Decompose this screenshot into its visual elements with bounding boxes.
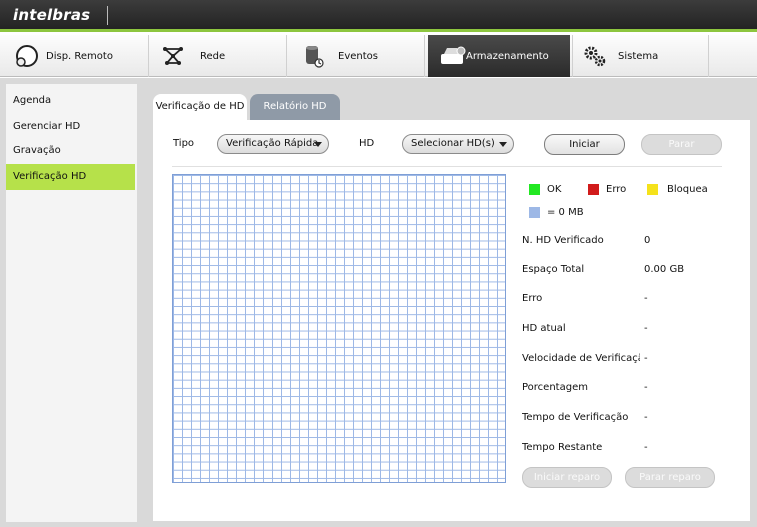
start-button[interactable]: Iniciar — [544, 134, 625, 155]
logo-separator — [107, 6, 108, 25]
tipo-label: Tipo — [173, 138, 195, 149]
legend-erro-swatch — [588, 184, 599, 195]
nav-label: Disp. Remoto — [46, 50, 113, 62]
nav-divider — [148, 35, 149, 77]
nav-label: Rede — [200, 50, 226, 62]
info-value-hd-atual: - — [644, 323, 648, 334]
stop-button[interactable]: Parar — [641, 134, 722, 155]
sidebar-item-verificacao-hd[interactable]: Verificação HD — [6, 164, 135, 190]
nav-item-disp-remoto[interactable]: Disp. Remoto — [14, 35, 144, 77]
nav-divider — [424, 35, 425, 77]
nav-label: Armazenamento — [466, 50, 549, 62]
network-icon — [160, 43, 186, 69]
nav-divider — [708, 35, 709, 77]
disk-block-map — [172, 174, 506, 483]
chevron-down-icon — [499, 142, 507, 147]
info-label-tempo-verificacao: Tempo de Verificação — [522, 412, 629, 423]
nav-label: Eventos — [338, 50, 378, 62]
nav-divider — [286, 35, 287, 77]
divider — [172, 166, 722, 167]
hd-select[interactable]: Selecionar HD(s) — [402, 134, 514, 154]
legend-bloqueado-label: Bloquea — [667, 184, 708, 195]
globe-icon — [14, 43, 40, 69]
nav-item-sistema[interactable]: Sistema — [582, 35, 706, 77]
info-value-hd-verificado: 0 — [644, 235, 651, 246]
tipo-select[interactable]: Verificação Rápida — [217, 134, 329, 154]
hd-select-value: Selecionar HD(s) — [411, 138, 495, 149]
events-icon — [300, 43, 326, 69]
info-value-tempo-restante: - — [644, 442, 648, 453]
sidebar-item-agenda[interactable]: Agenda — [6, 88, 135, 114]
legend-ok-label: OK — [547, 184, 562, 195]
nav-item-armazenamento[interactable]: Armazenamento — [428, 35, 570, 77]
info-value-erro: - — [644, 293, 648, 304]
info-label-tempo-restante: Tempo Restante — [522, 442, 603, 453]
tab-relatorio-hd[interactable]: Relatório HD — [250, 94, 340, 120]
brand-logo: intelbras — [13, 6, 91, 24]
tab-verificacao-hd[interactable]: Verificação de HD — [153, 94, 247, 120]
main-nav: Disp. Remoto Rede Eventos Armazenamento … — [0, 35, 757, 77]
info-value-velocidade: - — [644, 353, 648, 364]
info-value-tempo-verificacao: - — [644, 412, 648, 423]
start-repair-button[interactable]: Iniciar reparo — [522, 467, 612, 488]
hd-label: HD — [359, 138, 375, 149]
legend-erro-label: Erro — [606, 184, 627, 195]
legend-block-swatch — [529, 207, 540, 218]
info-label-porcentagem: Porcentagem — [522, 382, 588, 393]
gear-icon — [582, 43, 608, 69]
legend-ok-swatch — [529, 184, 540, 195]
info-label-hd-atual: HD atual — [522, 323, 566, 334]
legend-block-label: = 0 MB — [547, 207, 584, 218]
info-label-hd-verificado: N. HD Verificado — [522, 235, 604, 246]
info-value-porcentagem: - — [644, 382, 648, 393]
storage-icon — [440, 43, 466, 69]
nav-item-rede[interactable]: Rede — [160, 35, 280, 77]
info-label-velocidade: Velocidade de Verificação — [522, 353, 640, 364]
stop-repair-button[interactable]: Parar reparo — [625, 467, 715, 488]
chevron-down-icon — [314, 142, 322, 147]
sidebar-item-gravacao[interactable]: Gravação — [6, 138, 135, 164]
legend-bloqueado-swatch — [647, 184, 658, 195]
top-bar: intelbras — [0, 0, 757, 32]
nav-divider — [572, 35, 573, 77]
info-label-espaco-total: Espaço Total — [522, 264, 585, 275]
sidebar-item-gerenciar-hd[interactable]: Gerenciar HD — [6, 114, 135, 140]
nav-item-eventos[interactable]: Eventos — [300, 35, 420, 77]
tipo-select-value: Verificação Rápida — [226, 138, 319, 149]
info-value-espaco-total: 0.00 GB — [644, 264, 685, 275]
nav-label: Sistema — [618, 50, 659, 62]
info-label-erro: Erro — [522, 293, 543, 304]
